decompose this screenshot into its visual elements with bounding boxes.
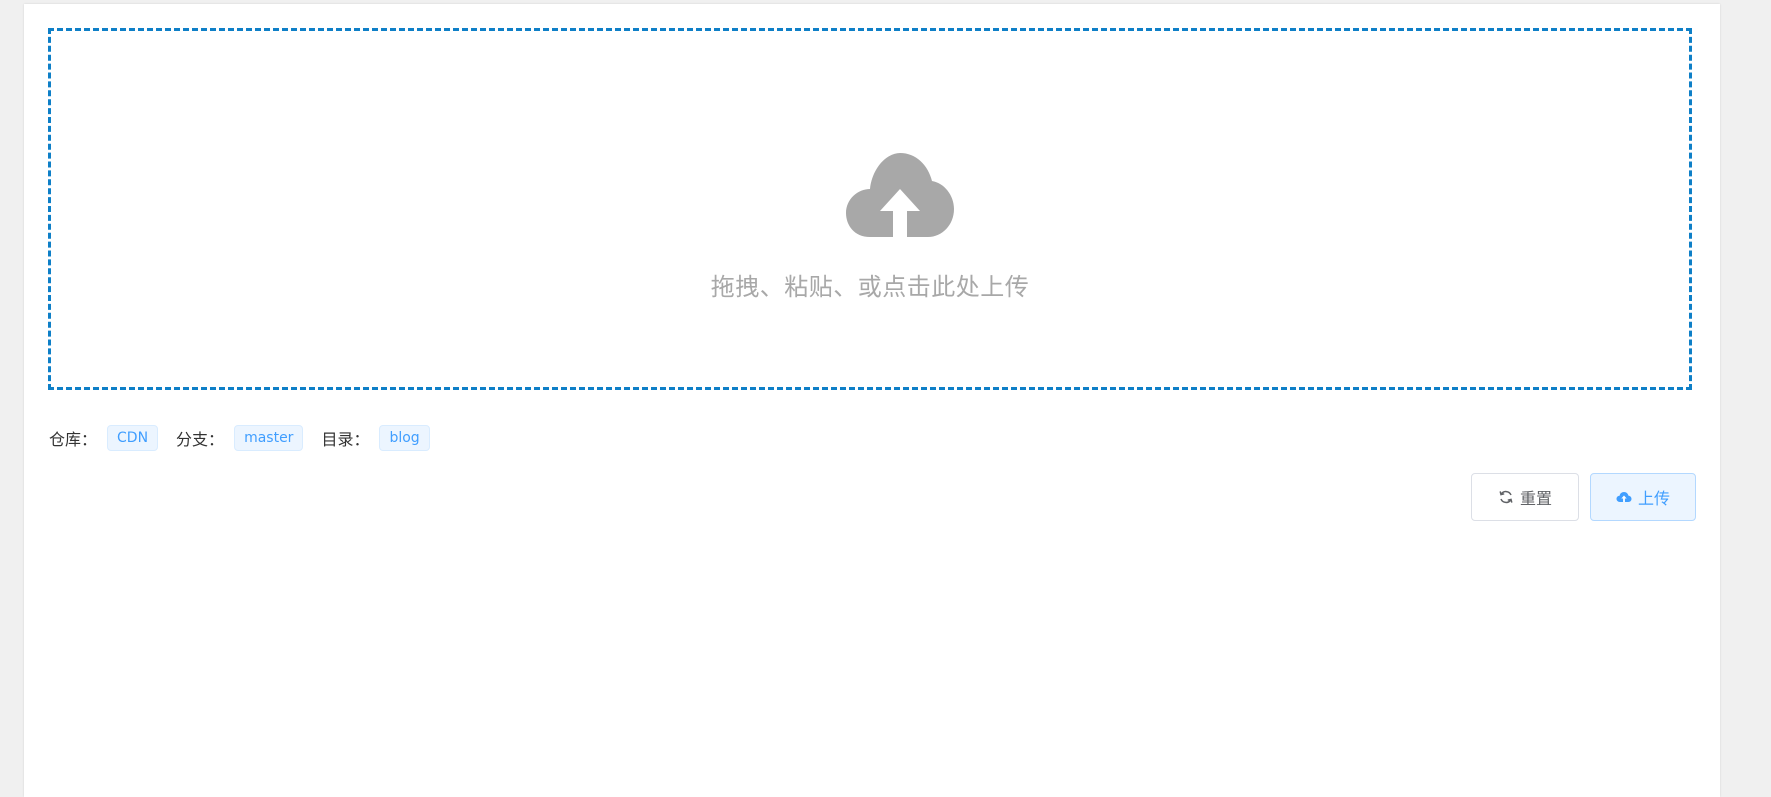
reset-button[interactable]: 重置: [1471, 473, 1579, 521]
repo-label: 仓库：: [49, 430, 98, 449]
reset-button-label: 重置: [1519, 489, 1552, 508]
upload-button[interactable]: 上传: [1590, 473, 1696, 521]
cloud-upload-icon: [1616, 492, 1632, 502]
upload-dropzone[interactable]: 拖拽、粘贴、或点击此处上传: [48, 28, 1692, 390]
cloud-upload-icon: [846, 153, 954, 237]
branch-label: 分支：: [176, 430, 225, 449]
branch-tag: master: [234, 425, 304, 451]
directory-label: 目录：: [321, 430, 370, 449]
upload-panel: 拖拽、粘贴、或点击此处上传 仓库： CDN 分支： master 目录： blo…: [24, 4, 1720, 797]
repo-tag: CDN: [107, 425, 159, 451]
directory-tag: blog: [379, 425, 430, 451]
repo-info-row: 仓库： CDN 分支： master 目录： blog: [49, 424, 448, 452]
refresh-icon: [1499, 490, 1513, 504]
dropzone-hint-text: 拖拽、粘贴、或点击此处上传: [710, 273, 1030, 301]
upload-button-label: 上传: [1637, 489, 1670, 508]
